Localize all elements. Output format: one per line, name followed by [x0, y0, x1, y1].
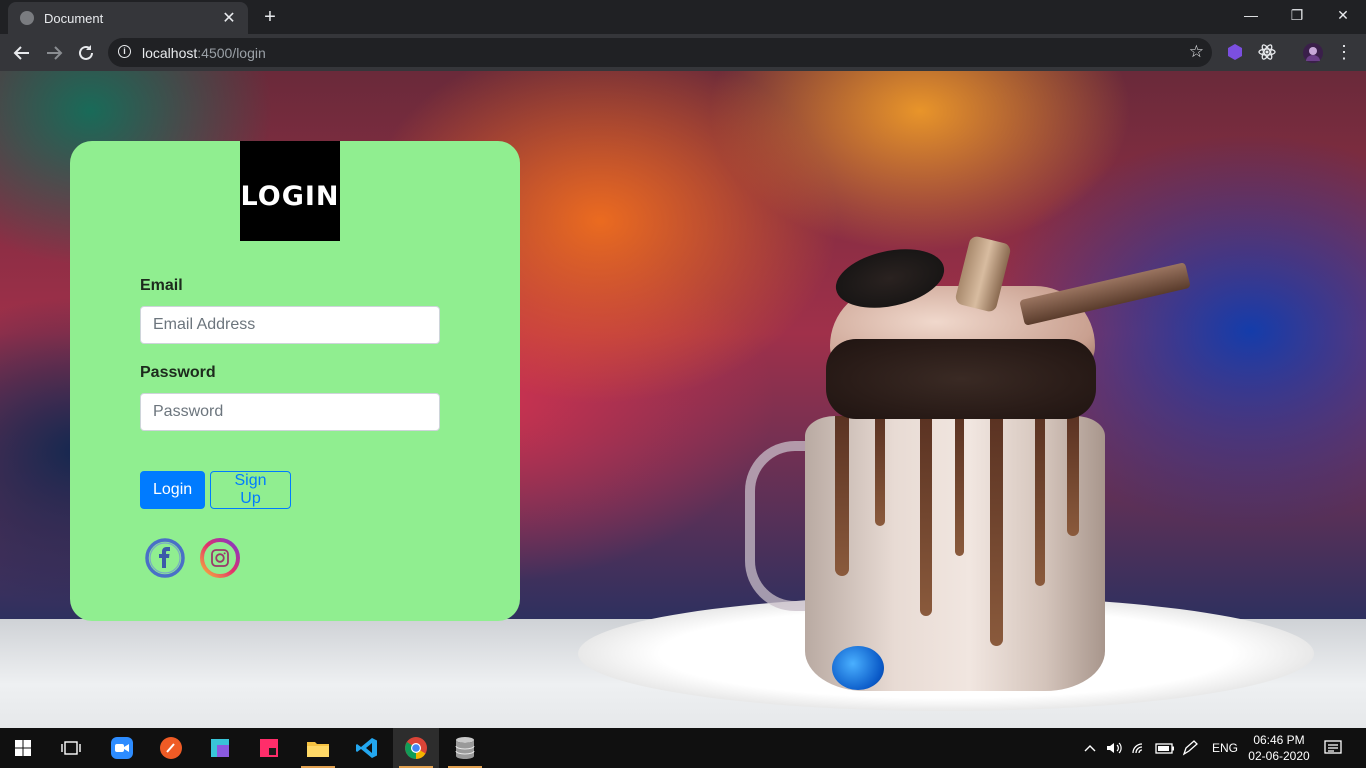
app-icon-2[interactable] [246, 728, 292, 768]
zoom-icon[interactable] [99, 728, 145, 768]
back-button[interactable] [9, 40, 35, 66]
forward-button[interactable] [41, 40, 67, 66]
reload-button[interactable] [73, 40, 99, 66]
vscode-icon[interactable] [344, 728, 390, 768]
taskbar-clock[interactable]: 06:46 PM 02-06-2020 [1244, 732, 1314, 764]
bookmark-star-icon[interactable]: ☆ [1189, 42, 1204, 62]
address-bar[interactable]: i localhost:4500/login ☆ [108, 38, 1212, 67]
browser-tab[interactable]: Document ✕ [8, 2, 248, 34]
start-icon[interactable] [0, 728, 46, 768]
file-explorer-icon[interactable] [295, 728, 341, 768]
login-logo-text: LOGIN [240, 180, 340, 212]
reload-icon [79, 45, 93, 60]
chrome-icon[interactable] [393, 728, 439, 768]
extension-purple-icon[interactable] [1225, 42, 1245, 62]
url-host: localhost [142, 45, 198, 61]
login-button[interactable]: Login [140, 471, 205, 509]
wifi-icon[interactable] [1131, 728, 1149, 768]
background-cookie-rim [826, 339, 1096, 419]
clock-time: 06:46 PM [1253, 733, 1305, 747]
email-field[interactable] [140, 306, 440, 344]
info-icon[interactable]: i [118, 45, 131, 58]
restore-button[interactable]: ❐ [1274, 0, 1320, 30]
tab-close-button[interactable]: ✕ [220, 8, 238, 28]
globe-icon [20, 11, 34, 25]
tab-title: Document [44, 10, 104, 26]
app-icon[interactable] [197, 728, 243, 768]
login-logo: LOGIN [240, 141, 340, 241]
browser-toolbar: i localhost:4500/login ☆ ⋮ [0, 34, 1366, 71]
login-card: LOGIN Email Password Login Sign Up [70, 141, 520, 621]
background-wafer [1019, 262, 1191, 326]
more-menu-icon[interactable]: ⋮ [1334, 42, 1354, 62]
database-icon[interactable] [442, 728, 488, 768]
notifications-icon[interactable] [1324, 728, 1342, 768]
battery-icon[interactable] [1155, 728, 1175, 768]
url-path: :4500/login [197, 45, 266, 61]
react-devtools-icon[interactable] [1257, 42, 1277, 62]
profile-avatar[interactable] [1302, 42, 1323, 63]
browser-tab-strip: Document ✕ + — ❐ ✕ [0, 0, 1366, 34]
pen-icon[interactable] [1181, 728, 1201, 768]
new-tab-button[interactable]: + [258, 5, 282, 29]
address-url: localhost:4500/login [142, 45, 266, 61]
facebook-icon[interactable] [144, 537, 186, 579]
password-label: Password [140, 364, 216, 381]
language-indicator[interactable]: ENG [1212, 728, 1238, 768]
minimize-button[interactable]: — [1228, 0, 1274, 30]
postman-icon[interactable] [148, 728, 194, 768]
instagram-icon[interactable] [199, 537, 241, 579]
back-arrow-icon [13, 46, 29, 60]
forward-arrow-icon [47, 46, 63, 60]
windows-taskbar: ENG 06:46 PM 02-06-2020 [0, 728, 1366, 768]
tray-chevron-up-icon[interactable] [1083, 728, 1097, 768]
close-window-button[interactable]: ✕ [1320, 0, 1366, 30]
page-viewport: LOGIN Email Password Login Sign Up [0, 71, 1366, 728]
clock-date: 02-06-2020 [1248, 749, 1310, 763]
volume-icon[interactable] [1105, 728, 1123, 768]
task-view-icon[interactable] [48, 728, 94, 768]
password-field[interactable] [140, 393, 440, 431]
background-candy [832, 646, 884, 690]
signup-button[interactable]: Sign Up [210, 471, 291, 509]
email-label: Email [140, 277, 183, 294]
